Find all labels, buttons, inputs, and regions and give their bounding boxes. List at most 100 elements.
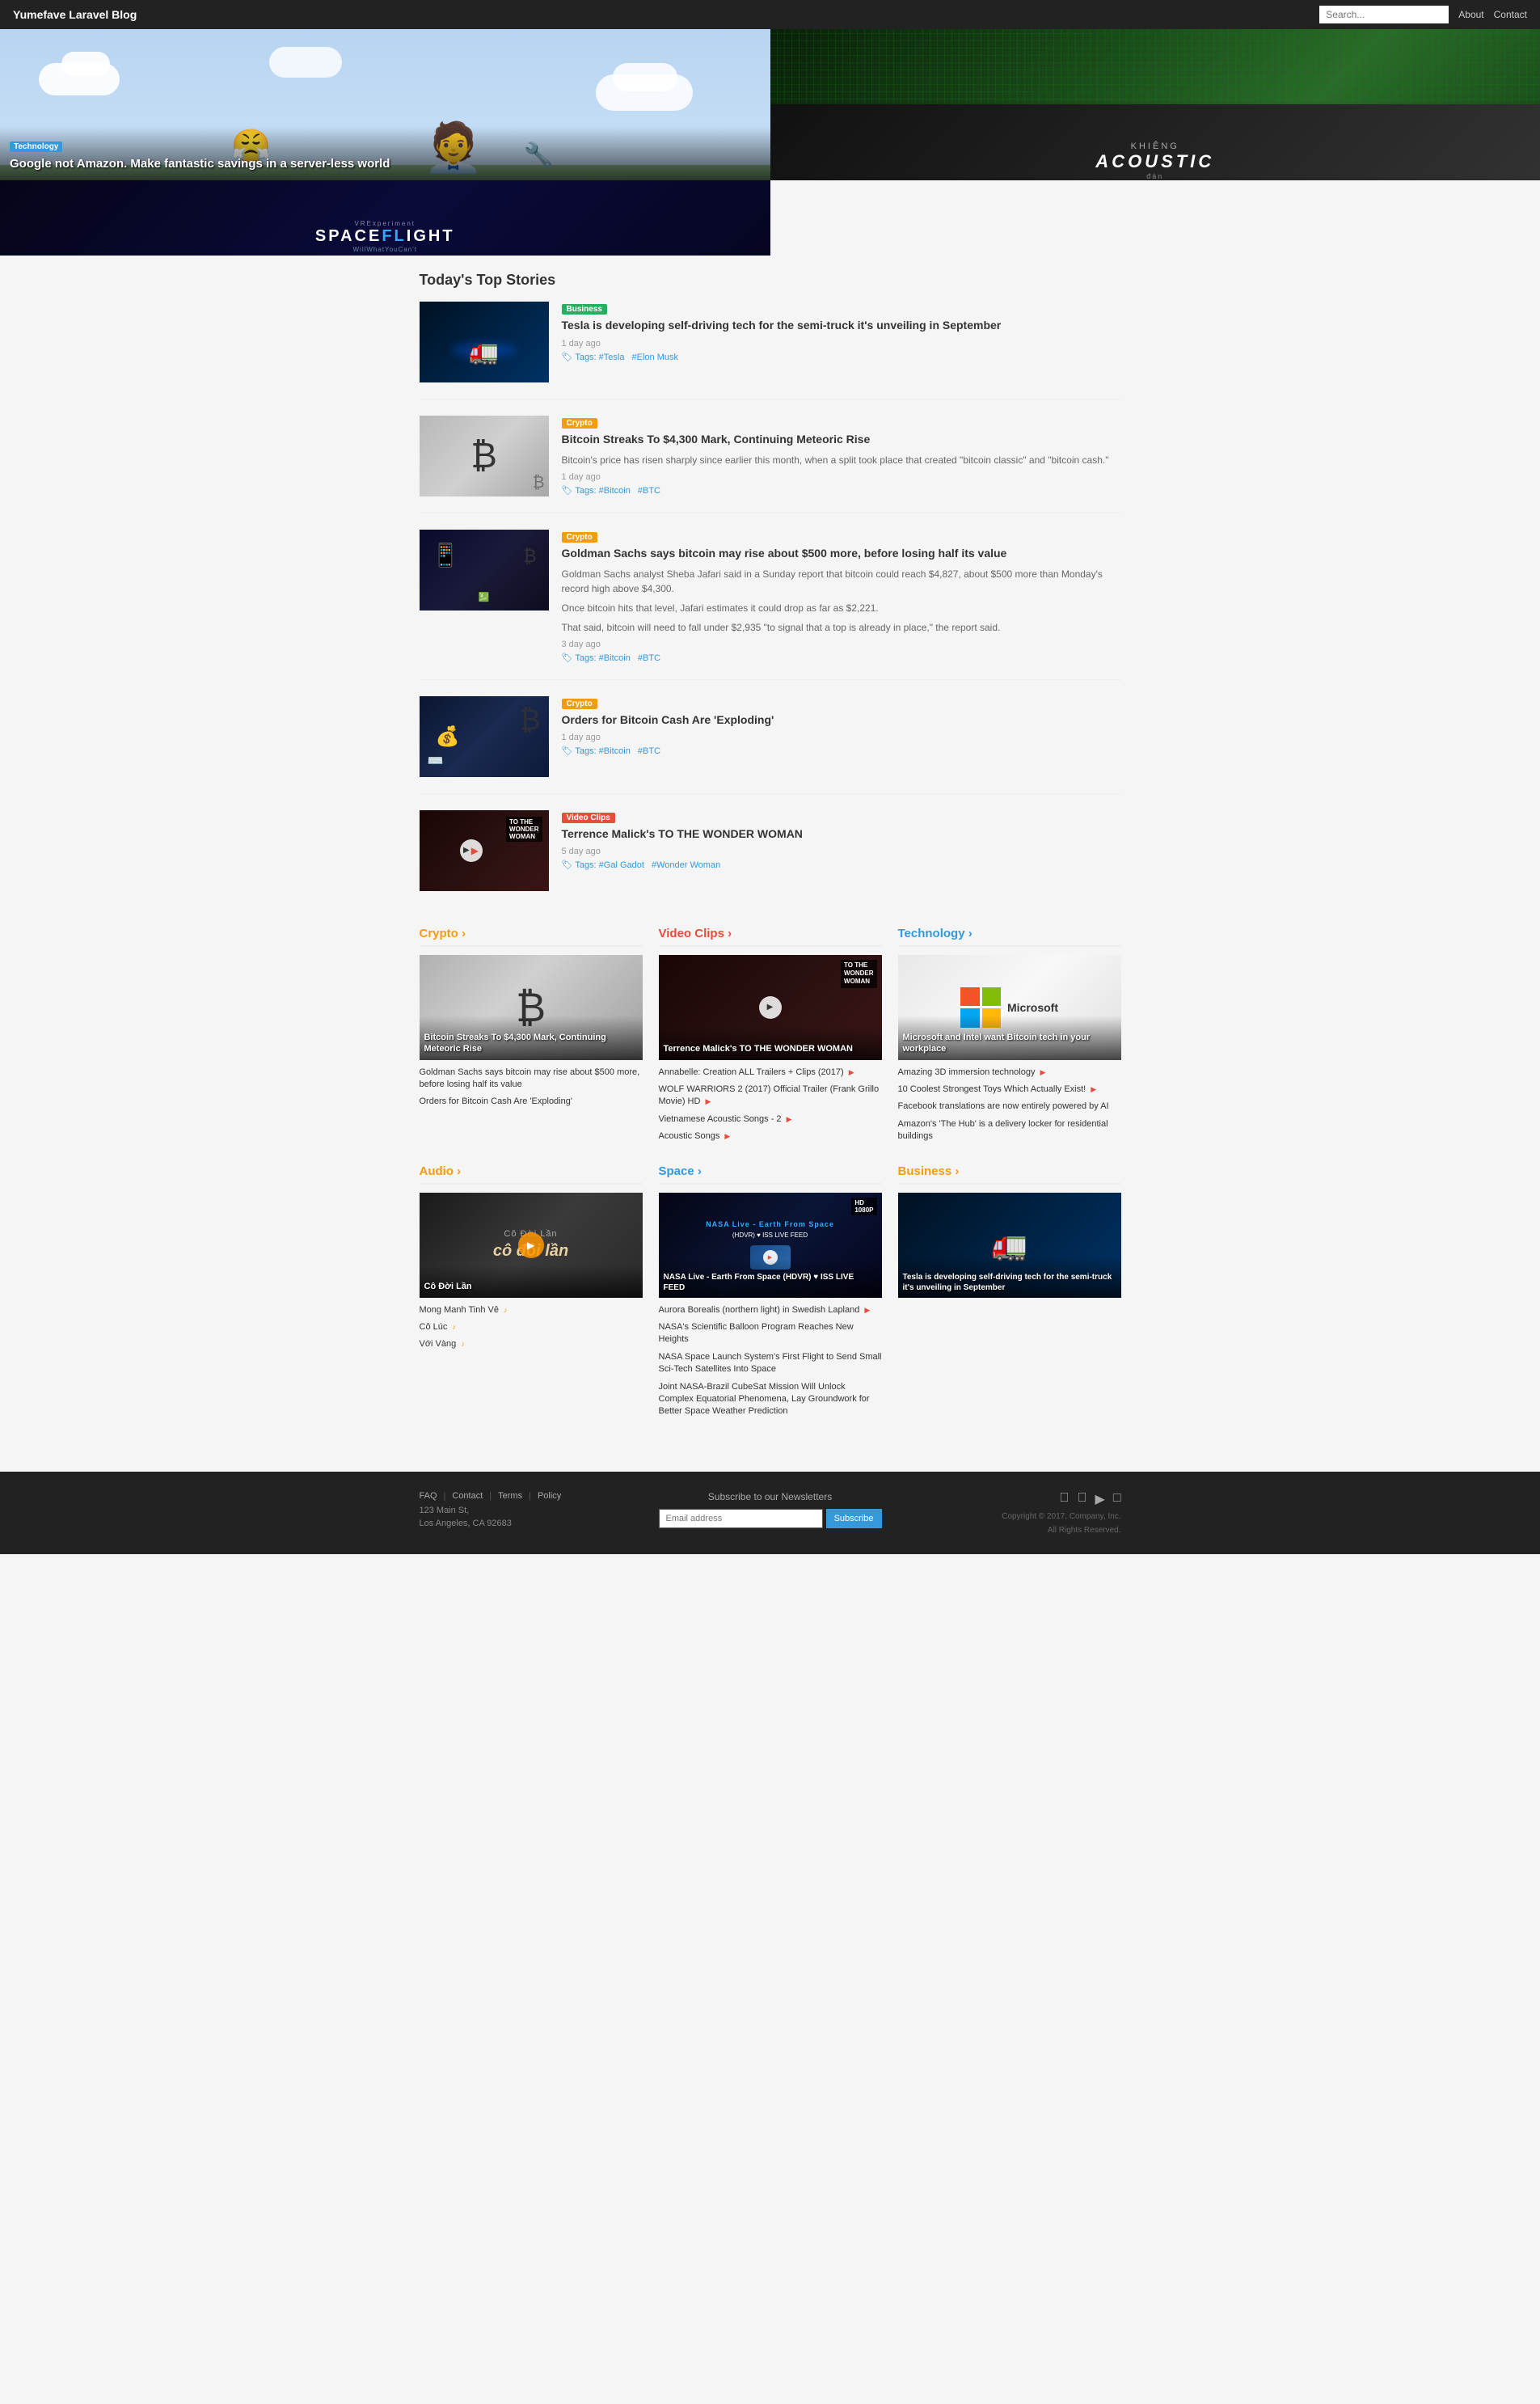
story-headline[interactable]: Orders for Bitcoin Cash Are 'Exploding' [562, 712, 1121, 729]
category-grid-2: Audio › Cô Đời Lần cô đôi lần ▶ Cô Đời L… [420, 1164, 1121, 1423]
cat-featured-image-audio[interactable]: Cô Đời Lần cô đôi lần ▶ Cô Đời Lần [420, 1193, 643, 1298]
cat-featured-headline-space: NASA Live - Earth From Space (HDVR) ♥ IS… [664, 1272, 877, 1293]
story-category-badge: Video Clips [562, 813, 615, 823]
hero-main[interactable]: 🧑‍💼 🔧 😤 Technology Google not Amazon. Ma… [0, 29, 770, 180]
category-header-business[interactable]: Business › [898, 1164, 1121, 1185]
story-excerpt: Bitcoin's price has risen sharply since … [562, 453, 1121, 467]
cat-list-audio: Mong Manh Tinh Vê ♪ Cô Lúc ♪ Với Vàng ♪ [420, 1304, 643, 1351]
category-header-space[interactable]: Space › [659, 1164, 882, 1185]
story-details: Business Tesla is developing self-drivin… [562, 302, 1121, 382]
story-thumbnail[interactable]: ₿ ⌨️ 💰 [420, 696, 549, 777]
hero-bottom-right[interactable]: VRExperiment SPACEFLIGHT WillWhatYouCan'… [0, 180, 770, 256]
category-audio: Audio › Cô Đời Lần cô đôi lần ▶ Cô Đời L… [420, 1164, 643, 1423]
list-item[interactable]: Goldman Sachs says bitcoin may rise abou… [420, 1067, 643, 1092]
story-item: 📱 ₿ 💹 Crypto Goldman Sachs says bitcoin … [420, 530, 1121, 680]
story-excerpt: Goldman Sachs analyst Sheba Jafari said … [562, 567, 1121, 596]
story-thumbnail[interactable]: TO THEWONDERWOMAN ▶ [420, 810, 549, 891]
cat-featured-headline-tech: Microsoft and Intel want Bitcoin tech in… [903, 1032, 1116, 1055]
footer-contact[interactable]: Contact [452, 1491, 483, 1501]
category-label: Crypto [420, 927, 458, 940]
footer-email-input[interactable] [659, 1509, 823, 1528]
cat-featured-image-video[interactable]: TO THEWONDERWOMAN ▶ Terrence Malick's TO… [659, 955, 882, 1060]
cat-featured-headline-audio: Cô Đời Lần [424, 1281, 638, 1292]
facebook-icon[interactable]:  [1060, 1491, 1070, 1507]
cat-featured-image-crypto[interactable]: ₿ Bitcoin Streaks To $4,300 Mark, Contin… [420, 955, 643, 1060]
category-label: Audio [420, 1164, 454, 1178]
category-arrow: › [965, 927, 973, 940]
story-details: Crypto Goldman Sachs says bitcoin may ri… [562, 530, 1121, 663]
list-item[interactable]: Cô Lúc ♪ [420, 1321, 643, 1333]
story-category-badge: Crypto [562, 418, 597, 429]
story-date: 1 day ago [562, 733, 1121, 742]
category-header-audio[interactable]: Audio › [420, 1164, 643, 1185]
story-category-badge: Crypto [562, 532, 597, 543]
story-headline[interactable]: Tesla is developing self-driving tech fo… [562, 318, 1121, 334]
story-date: 1 day ago [562, 472, 1121, 482]
footer-policy[interactable]: Policy [538, 1491, 561, 1501]
cat-featured-headline-business: Tesla is developing self-driving tech fo… [903, 1272, 1116, 1293]
cat-featured-image-space[interactable]: HD1080P NASA Live - Earth From Space (HD… [659, 1193, 882, 1298]
list-item[interactable]: Vietnamese Acoustic Songs - 2 ▶ [659, 1113, 882, 1126]
list-item[interactable]: NASA's Scientific Balloon Program Reache… [659, 1321, 882, 1346]
story-tags: 🏷 Tags: #Gal Gadot #Wonder Woman [562, 860, 1121, 870]
list-item[interactable]: Orders for Bitcoin Cash Are 'Exploding' [420, 1096, 643, 1108]
list-item[interactable]: Aurora Borealis (northern light) in Swed… [659, 1304, 882, 1316]
cat-featured-image-tech[interactable]: Microsoft Microsoft and Intel want Bitco… [898, 955, 1121, 1060]
hero-bottom-left[interactable]: KHIÊNG ACOUSTIC đàn Video Clips Acoustic… [770, 104, 1540, 180]
list-item[interactable]: 10 Coolest Strongest Toys Which Actually… [898, 1084, 1121, 1096]
footer-newsletter: Subscribe to our Newsletters Subscribe [659, 1491, 882, 1528]
search-input[interactable] [1319, 6, 1449, 23]
category-grid-1: Crypto › ₿ Bitcoin Streaks To $4,300 Mar… [420, 927, 1121, 1148]
twitter-icon[interactable]:  [1078, 1491, 1087, 1507]
category-arrow: › [951, 1164, 959, 1178]
list-item[interactable]: WOLF WARRIORS 2 (2017) Official Trailer … [659, 1084, 882, 1109]
footer-subscribe-button[interactable]: Subscribe [826, 1509, 882, 1528]
footer-terms[interactable]: Terms [498, 1491, 522, 1501]
footer-address-2: Los Angeles, CA 92683 [420, 1519, 643, 1528]
list-item[interactable]: Acoustic Songs ▶ [659, 1130, 882, 1143]
instagram-icon[interactable]: □ [1113, 1491, 1121, 1507]
story-headline[interactable]: Bitcoin Streaks To $4,300 Mark, Continui… [562, 432, 1121, 448]
top-stories-title: Today's Top Stories [420, 272, 1121, 289]
category-space: Space › HD1080P NASA Live - Earth From S… [659, 1164, 882, 1423]
list-item[interactable]: Với Vàng ♪ [420, 1338, 643, 1350]
list-item[interactable]: Joint NASA-Brazil CubeSat Mission Will U… [659, 1381, 882, 1418]
footer-rights: All Rights Reserved. [898, 1526, 1121, 1535]
list-item[interactable]: Facebook translations are now entirely p… [898, 1101, 1121, 1113]
cat-list-tech: Amazing 3D immersion technology ▶ 10 Coo… [898, 1067, 1121, 1143]
category-crypto: Crypto › ₿ Bitcoin Streaks To $4,300 Mar… [420, 927, 643, 1148]
category-label: Technology [898, 927, 965, 940]
hero-top-right[interactable]: Space Lunar, Martian Greenhouses Designe… [770, 29, 1540, 104]
story-details: Crypto Bitcoin Streaks To $4,300 Mark, C… [562, 416, 1121, 496]
story-thumbnail[interactable]: ₿ ₿ [420, 416, 549, 496]
category-business: Business › 🚛 Tesla is developing self-dr… [898, 1164, 1121, 1423]
hero-main-headline: Google not Amazon. Make fantastic saving… [10, 157, 761, 171]
story-headline[interactable]: Goldman Sachs says bitcoin may rise abou… [562, 546, 1121, 562]
list-item[interactable]: Annabelle: Creation ALL Trailers + Clips… [659, 1067, 882, 1079]
nav-contact[interactable]: Contact [1494, 9, 1527, 20]
nav-about[interactable]: About [1458, 9, 1483, 20]
story-thumbnail[interactable]: 🚛 [420, 302, 549, 382]
footer-faq[interactable]: FAQ [420, 1491, 437, 1501]
category-header-video[interactable]: Video Clips › [659, 927, 882, 947]
footer-copyright: Copyright © 2017, Company, Inc. [898, 1512, 1121, 1521]
story-tags: 🏷 Tags: #Bitcoin #BTC [562, 485, 1121, 496]
youtube-icon[interactable]: ▶ [1095, 1491, 1105, 1507]
cat-featured-image-business[interactable]: 🚛 Tesla is developing self-driving tech … [898, 1193, 1121, 1298]
story-thumbnail[interactable]: 📱 ₿ 💹 [420, 530, 549, 611]
list-item[interactable]: Mong Manh Tinh Vê ♪ [420, 1304, 643, 1316]
category-label: Business [898, 1164, 952, 1178]
list-item[interactable]: NASA Space Launch System's First Flight … [659, 1351, 882, 1376]
category-header-tech[interactable]: Technology › [898, 927, 1121, 947]
footer-left: FAQ | Contact | Terms | Policy 123 Main … [420, 1491, 643, 1528]
story-item: ₿ ⌨️ 💰 Crypto Orders for Bitcoin Cash Ar… [420, 696, 1121, 794]
cat-list-crypto: Goldman Sachs says bitcoin may rise abou… [420, 1067, 643, 1109]
footer-inner: FAQ | Contact | Terms | Policy 123 Main … [407, 1472, 1134, 1554]
category-header-crypto[interactable]: Crypto › [420, 927, 643, 947]
story-headline[interactable]: Terrence Malick's TO THE WONDER WOMAN [562, 826, 1121, 843]
story-category-badge: Crypto [562, 699, 597, 709]
hero-main-tag: Technology [10, 142, 62, 152]
footer: FAQ | Contact | Terms | Policy 123 Main … [0, 1472, 1540, 1554]
list-item[interactable]: Amazing 3D immersion technology ▶ [898, 1067, 1121, 1079]
list-item[interactable]: Amazon's 'The Hub' is a delivery locker … [898, 1118, 1121, 1143]
